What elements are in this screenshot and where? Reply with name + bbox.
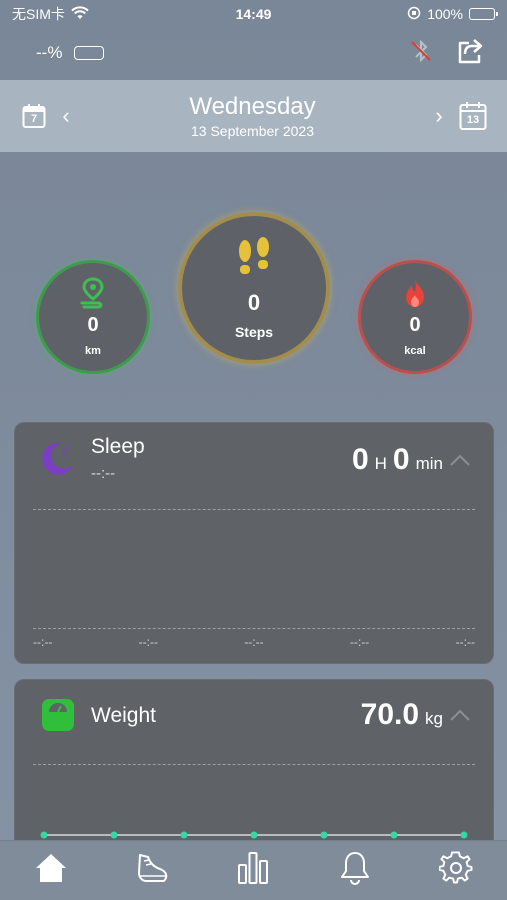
weight-title: Weight [91,704,156,727]
weight-chart-point [460,831,468,839]
sleep-hours-unit: H [374,454,387,473]
weight-chart-point [250,831,258,839]
sleep-time-label: --:-- [138,635,158,649]
weight-chart-point [390,831,398,839]
flame-icon [402,277,428,314]
month-calendar-icon[interactable]: 13 [459,101,487,131]
svg-text:z: z [67,444,71,451]
orientation-lock-icon [407,6,421,23]
calories-unit: kcal [404,345,426,357]
device-battery-label: --% [36,43,63,62]
sleep-time-label: --:-- [33,635,53,649]
sleep-time-labels: --:-- --:-- --:-- --:-- --:-- [33,635,475,649]
prev-day-button[interactable]: ‹ [46,103,86,129]
device-battery-icon [74,46,105,60]
weight-value: 70.0 [360,698,420,731]
day-name: Wednesday [189,93,316,120]
bottom-nav [0,840,507,900]
weight-chart-point [180,831,188,839]
sleep-hours: 0 [351,443,369,476]
distance-value: 0 [87,314,99,336]
sleep-minutes: 0 [392,443,410,476]
carrier-label: 无SIM卡 [12,6,65,22]
date-display: Wednesday 13 September 2023 [86,93,419,139]
top-actions [409,36,485,71]
calories-value: 0 [409,314,421,336]
week-calendar-number: 7 [30,113,38,125]
bar-chart-icon [237,851,269,890]
gear-icon [438,851,473,890]
weight-unit: kg [425,709,443,728]
weight-chart-top-line [33,764,475,765]
nav-settings[interactable] [431,846,481,896]
sleep-time-range: --:-- [91,465,116,482]
shoe-icon [134,851,170,890]
status-left: 无SIM卡 [12,4,89,24]
device-battery: --% [36,43,105,63]
nav-statistics[interactable] [228,846,278,896]
sleep-title: Sleep [91,435,145,458]
battery-percent: 100% [427,6,463,22]
scale-icon [41,698,75,737]
sleep-card[interactable]: zz Sleep --:-- 0 H 0 min --:-- --:-- --:… [14,422,494,664]
nav-home[interactable] [26,846,76,896]
week-calendar-icon[interactable]: 7 [22,103,46,129]
sleep-time-label: --:-- [244,635,264,649]
weight-reading: 70.0 kg [361,698,443,732]
sleep-chart-baseline [33,628,475,629]
next-day-button[interactable]: › [419,103,459,129]
status-bar: 无SIM卡 14:49 100% [0,0,507,28]
sleep-chart-top-line [33,509,475,510]
weight-chart-point [40,831,48,839]
calories-ring[interactable]: 0 kcal [358,260,472,374]
battery-icon [469,8,498,20]
nav-activity[interactable] [127,846,177,896]
weight-chart-point [110,831,118,839]
bell-icon [339,850,371,891]
date-text: 13 September 2023 [191,123,314,139]
top-bar: --% [0,28,507,78]
date-bar: 7 ‹ Wednesday 13 September 2023 › 13 [0,80,507,152]
location-pin-icon [78,277,108,314]
weight-chart-point [320,831,328,839]
steps-value: 0 [247,289,261,315]
sleep-duration: 0 H 0 min [352,443,443,477]
home-icon [34,852,68,889]
chevron-up-icon[interactable] [449,708,471,722]
distance-unit: km [85,345,101,357]
sleep-time-label: --:-- [455,635,475,649]
steps-ring[interactable]: 0 Steps [178,212,330,364]
wifi-icon [71,5,89,23]
distance-ring[interactable]: 0 km [36,260,150,374]
footprints-icon [232,236,276,286]
chevron-up-icon[interactable] [449,453,471,467]
month-calendar-number: 13 [466,114,480,126]
steps-unit: Steps [234,323,274,340]
bluetooth-disconnected-icon[interactable] [409,38,433,69]
status-right: 100% [407,6,498,23]
share-icon[interactable] [455,36,485,71]
sleep-time-label: --:-- [349,635,370,649]
sleep-minutes-unit: min [415,454,443,473]
moon-icon: zz [37,439,77,484]
nav-notifications[interactable] [330,846,380,896]
